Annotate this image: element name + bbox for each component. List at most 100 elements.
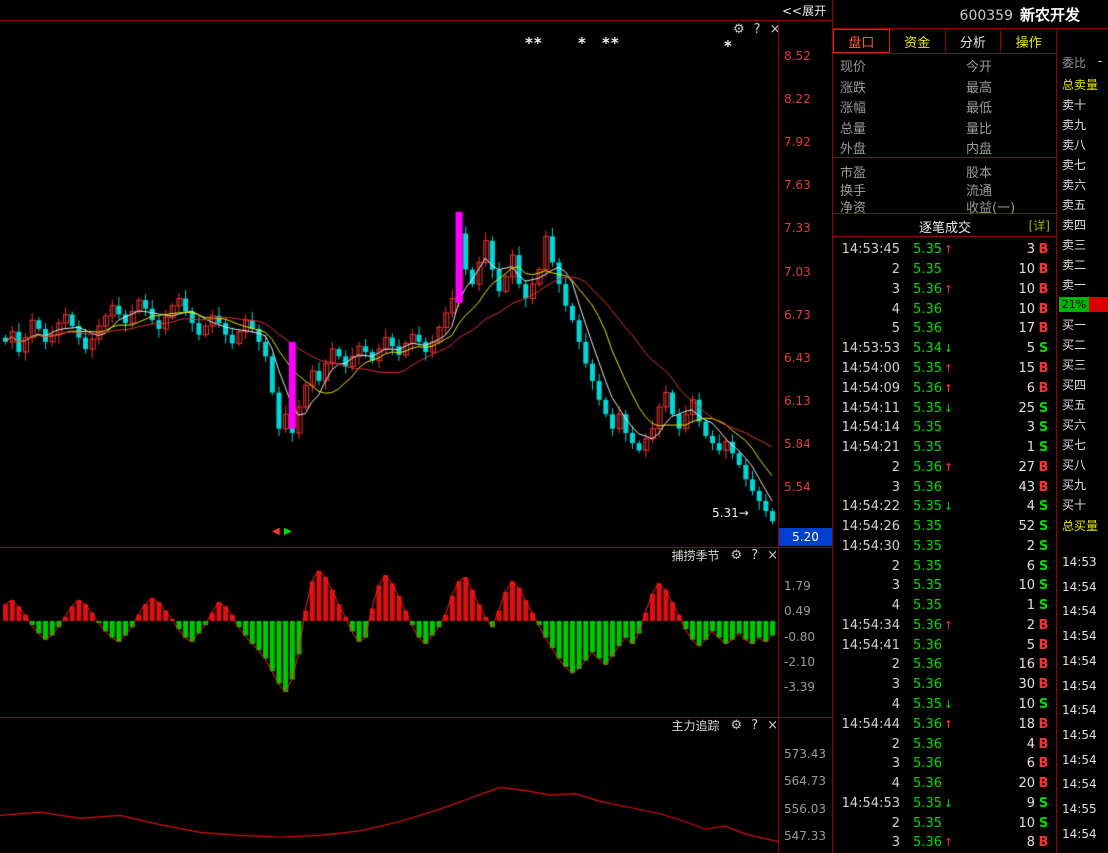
indicator1-histogram-canvas[interactable] [0, 563, 778, 717]
tick-trade-list[interactable]: 14:53:455.35↑3B25.3510B35.36↑10B45.3610B… [838, 240, 1052, 853]
sell-level-label: 卖一 [1062, 276, 1086, 293]
settings-icon[interactable]: ⚙ [733, 22, 745, 37]
main-candlestick-chart-canvas[interactable] [0, 20, 778, 547]
tick-trade-header: 逐笔成交 [详] [838, 217, 1052, 235]
indicator2-line-canvas[interactable] [0, 733, 778, 853]
indicator2-icons: ⚙ ? × [731, 718, 778, 733]
divider [832, 157, 1056, 158]
time-cell: 14:54 [1062, 827, 1097, 841]
divider [778, 20, 779, 853]
tab-资金[interactable]: 资金 [890, 29, 946, 53]
time-cell: 14:55 [1062, 802, 1097, 816]
time-cell: 14:54 [1062, 753, 1097, 767]
trade-row: 14:54:345.36↑2B [838, 616, 1052, 636]
settings-icon[interactable]: ⚙ [731, 548, 743, 563]
indicator1-header: 捕捞季节 ⚙ ? × [600, 548, 778, 562]
time-cell: 14:54 [1062, 604, 1097, 618]
sell-level-label: 卖八 [1062, 136, 1086, 153]
quote-label: 外盘 [840, 138, 866, 157]
close-icon[interactable]: × [767, 718, 778, 733]
trade-row: 25.356S [838, 556, 1052, 576]
sell-level-label: 卖五 [1062, 196, 1086, 213]
trade-row: 55.3617B [838, 319, 1052, 339]
buy-level-label: 买十 [1062, 496, 1086, 513]
time-cell: 14:54 [1062, 654, 1097, 668]
stock-title: 600359新农开发 [850, 4, 1096, 25]
indicator1-axis-label: -3.39 [784, 680, 815, 694]
quote-label: 市盈 [840, 162, 866, 181]
last-price-label: 5.31→ [712, 506, 749, 520]
quote-label: 涨幅 [840, 97, 866, 116]
price-axis-label: 5.54 [784, 480, 811, 494]
trade-row: 14:54:415.365B [838, 635, 1052, 655]
buy-level-label: 买五 [1062, 396, 1086, 413]
trade-row: 35.366B [838, 754, 1052, 774]
trade-row: 25.3510S [838, 813, 1052, 833]
trade-row: 14:54:215.351S [838, 438, 1052, 458]
divider [0, 717, 832, 718]
indicator2-axis-label: 556.03 [784, 802, 826, 816]
indicator2-axis-label: 547.33 [784, 829, 826, 843]
help-icon[interactable]: ? [754, 22, 761, 37]
buy-level-label: 买三 [1062, 356, 1086, 373]
price-axis-label: 5.84 [784, 437, 811, 451]
trade-row: 35.3510S [838, 576, 1052, 596]
help-icon[interactable]: ? [751, 718, 758, 733]
indicator2-axis-label: 573.43 [784, 747, 826, 761]
total-buy-label: 总买量 [1062, 517, 1098, 534]
tab-分析[interactable]: 分析 [946, 29, 1002, 53]
close-icon[interactable]: × [767, 548, 778, 563]
stock-name: 新农开发 [1020, 6, 1080, 24]
help-icon[interactable]: ? [751, 548, 758, 563]
star-marker: ** [602, 34, 620, 52]
signal-marker-left-icon: ◀ [272, 526, 280, 537]
quote-label: 量比 [966, 118, 992, 137]
trade-row: 45.351S [838, 596, 1052, 616]
price-axis-label: 7.92 [784, 135, 811, 149]
indicator2-header: 主力追踪 ⚙ ? × [600, 718, 778, 732]
quote-label: 今开 [966, 56, 992, 75]
buy-level-label: 买六 [1062, 416, 1086, 433]
buy-sell-ratio-bar: 21% [1059, 297, 1108, 312]
time-cell: 14:54 [1062, 580, 1097, 594]
tick-trade-title: 逐笔成交 [838, 217, 1052, 236]
price-axis-label: 8.22 [784, 92, 811, 106]
price-axis-label: 6.13 [784, 394, 811, 408]
settings-icon[interactable]: ⚙ [731, 718, 743, 733]
trade-row: 25.364B [838, 734, 1052, 754]
trade-row: 14:54:535.35↓9S [838, 793, 1052, 813]
time-cell: 14:53 [1062, 555, 1097, 569]
weibi-value: - [1098, 54, 1102, 68]
sell-level-label: 卖九 [1062, 116, 1086, 133]
quote-label: 收益(一) [966, 197, 1015, 216]
indicator1-axis-label: 0.49 [784, 604, 811, 618]
trade-row: 35.3643B [838, 477, 1052, 497]
trade-row: 14:54:005.35↑15B [838, 359, 1052, 379]
quote-label: 涨跌 [840, 77, 866, 96]
price-axis-label: 7.63 [784, 178, 811, 192]
trade-row: 35.36↑8B [838, 833, 1052, 853]
buy-level-label: 买八 [1062, 456, 1086, 473]
signal-marker-right-icon: ▶ [284, 526, 292, 537]
quote-label: 换手 [840, 180, 866, 199]
trade-row: 14:54:225.35↓4S [838, 497, 1052, 517]
trade-row: 14:54:305.352S [838, 536, 1052, 556]
tab-操作[interactable]: 操作 [1001, 29, 1056, 53]
trade-row: 14:54:115.35↓25S [838, 398, 1052, 418]
tick-trade-detail-link[interactable]: [详] [1029, 217, 1050, 234]
trade-row: 25.3510B [838, 260, 1052, 280]
buy-level-label: 买九 [1062, 476, 1086, 493]
tab-盘口[interactable]: 盘口 [833, 29, 890, 53]
ratio-red-segment [1089, 297, 1108, 312]
expand-collapse-button[interactable]: <<展开 [782, 2, 826, 19]
total-sell-label: 总卖量 [1062, 76, 1098, 93]
trade-row: 14:54:265.3552S [838, 517, 1052, 537]
weibi-label: 委比 [1062, 54, 1086, 71]
trade-row: 35.36↑10B [838, 280, 1052, 300]
price-axis-label: 7.03 [784, 265, 811, 279]
stock-trading-app: <<展开 ⚙ ? × ****** 8.528.227.927.637.337.… [0, 0, 1108, 853]
time-cell: 14:54 [1062, 728, 1097, 742]
sell-level-label: 卖十 [1062, 96, 1086, 113]
sell-level-label: 卖六 [1062, 176, 1086, 193]
trade-row: 35.3630B [838, 675, 1052, 695]
